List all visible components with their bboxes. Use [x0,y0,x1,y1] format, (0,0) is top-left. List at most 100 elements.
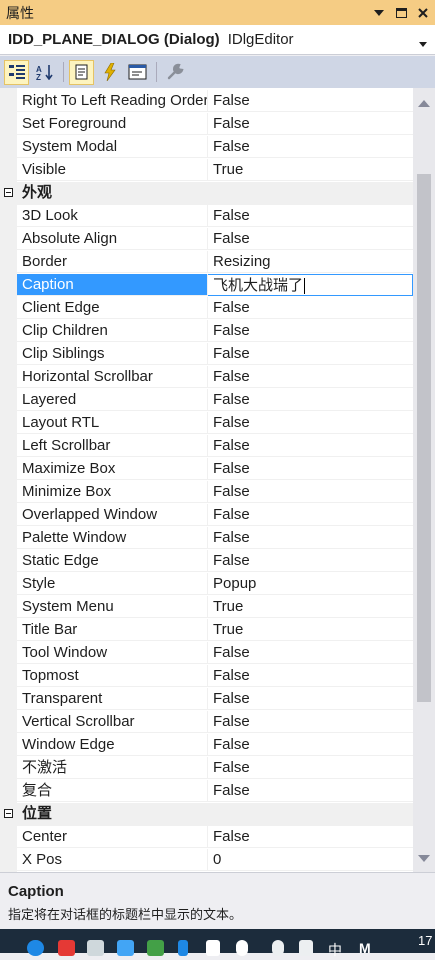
property-value[interactable]: 0 [208,849,413,871]
property-name[interactable]: Maximize Box [17,458,208,480]
property-value[interactable]: False [208,550,413,572]
property-row[interactable]: Vertical Scrollbar False [0,711,413,734]
property-name[interactable]: 3D Look [17,205,208,227]
properties-page-icon[interactable] [69,59,94,85]
vertical-scrollbar[interactable] [413,88,435,872]
taskbar-app-icon[interactable] [147,940,164,956]
property-name[interactable]: Border [17,251,208,273]
taskbar-app-icon[interactable] [87,940,104,956]
speaker-icon[interactable] [299,940,313,956]
property-name[interactable]: System Modal [17,136,208,158]
panel-dropdown-icon[interactable] [369,3,389,23]
property-row[interactable]: Layered False [0,389,413,412]
property-row[interactable]: Client Edge False [0,297,413,320]
property-row[interactable]: Clip Children False [0,320,413,343]
ime-indicator[interactable]: 中 [328,940,342,960]
alphabetical-sort-icon[interactable]: A Z [32,60,57,85]
property-row[interactable]: Right To Left Reading Order False [0,90,413,113]
property-row[interactable]: 3D Look False [0,205,413,228]
property-row[interactable]: Horizontal Scrollbar False [0,366,413,389]
property-row[interactable]: Clip Siblings False [0,343,413,366]
property-value[interactable]: True [208,159,413,181]
overrides-wrench-icon[interactable] [162,60,187,85]
close-icon[interactable] [413,3,433,23]
property-value[interactable]: False [208,435,413,457]
scroll-down-icon[interactable] [418,849,430,866]
events-lightning-icon[interactable] [97,60,122,85]
property-value[interactable]: False [208,527,413,549]
property-row[interactable]: Window Edge False [0,734,413,757]
categorized-icon[interactable] [4,59,29,85]
property-row[interactable]: Title Bar True [0,619,413,642]
property-name[interactable]: Window Edge [17,734,208,756]
property-row[interactable]: X Pos 0 [0,849,413,872]
scroll-up-icon[interactable] [418,94,430,111]
taskbar-app-icon[interactable] [27,940,44,956]
property-value-editor[interactable]: 飞机大战瑞了 [208,274,413,296]
object-selector[interactable]: IDD_PLANE_DIALOG (Dialog) IDlgEditor [0,25,435,55]
property-value[interactable]: False [208,481,413,503]
property-name[interactable]: Clip Siblings [17,343,208,365]
property-name[interactable]: Absolute Align [17,228,208,250]
clock[interactable]: 17 [418,933,432,948]
property-name[interactable]: Caption [17,274,208,296]
property-row[interactable]: Maximize Box False [0,458,413,481]
property-row[interactable]: System Menu True [0,596,413,619]
property-name[interactable]: Style [17,573,208,595]
property-value[interactable]: False [208,665,413,687]
property-name[interactable]: Left Scrollbar [17,435,208,457]
property-name[interactable]: Right To Left Reading Order [17,90,208,112]
property-name[interactable]: Palette Window [17,527,208,549]
property-row-selected[interactable]: Caption 飞机大战瑞了 [0,274,413,297]
property-value[interactable]: False [208,320,413,342]
category-row[interactable]: 外观 [0,182,413,205]
property-row[interactable]: Center False [0,826,413,849]
property-row[interactable]: Border Resizing [0,251,413,274]
property-row[interactable]: Topmost False [0,665,413,688]
property-name[interactable]: Horizontal Scrollbar [17,366,208,388]
property-value[interactable]: False [208,389,413,411]
property-row[interactable]: Overlapped Window False [0,504,413,527]
property-value[interactable]: False [208,343,413,365]
property-name[interactable]: Center [17,826,208,848]
scrollbar-thumb[interactable] [417,174,431,702]
property-name[interactable]: Layout RTL [17,412,208,434]
property-value[interactable]: False [208,826,413,848]
property-value[interactable]: False [208,205,413,227]
property-name[interactable]: Clip Children [17,320,208,342]
property-value[interactable]: False [208,136,413,158]
property-row[interactable]: Tool Window False [0,642,413,665]
property-row[interactable]: 复合 False [0,780,413,803]
property-row[interactable]: Minimize Box False [0,481,413,504]
property-value[interactable]: True [208,619,413,641]
property-row[interactable]: Palette Window False [0,527,413,550]
ime-mode-indicator[interactable]: M [359,940,371,956]
property-name[interactable]: Static Edge [17,550,208,572]
property-name[interactable]: Topmost [17,665,208,687]
property-name[interactable]: 复合 [17,780,208,802]
maximize-icon[interactable] [391,3,411,23]
taskbar-app-icon[interactable] [117,940,134,956]
property-value[interactable]: True [208,596,413,618]
property-name[interactable]: X Pos [17,849,208,871]
property-value[interactable]: False [208,642,413,664]
property-row[interactable]: System Modal False [0,136,413,159]
property-name[interactable]: System Menu [17,596,208,618]
bluetooth-icon[interactable] [178,940,188,956]
property-value[interactable]: False [208,688,413,710]
property-name[interactable]: Layered [17,389,208,411]
property-row[interactable]: Layout RTL False [0,412,413,435]
property-row[interactable]: Static Edge False [0,550,413,573]
property-value[interactable]: False [208,780,413,802]
property-value[interactable]: False [208,757,413,779]
property-name[interactable]: 不激活 [17,757,208,779]
property-value[interactable]: False [208,228,413,250]
property-row[interactable]: Transparent False [0,688,413,711]
property-row[interactable]: Left Scrollbar False [0,435,413,458]
property-name[interactable]: Minimize Box [17,481,208,503]
property-name[interactable]: Client Edge [17,297,208,319]
property-row[interactable]: 不激活 False [0,757,413,780]
property-name[interactable]: Set Foreground [17,113,208,135]
property-value[interactable]: False [208,711,413,733]
property-value[interactable]: False [208,412,413,434]
